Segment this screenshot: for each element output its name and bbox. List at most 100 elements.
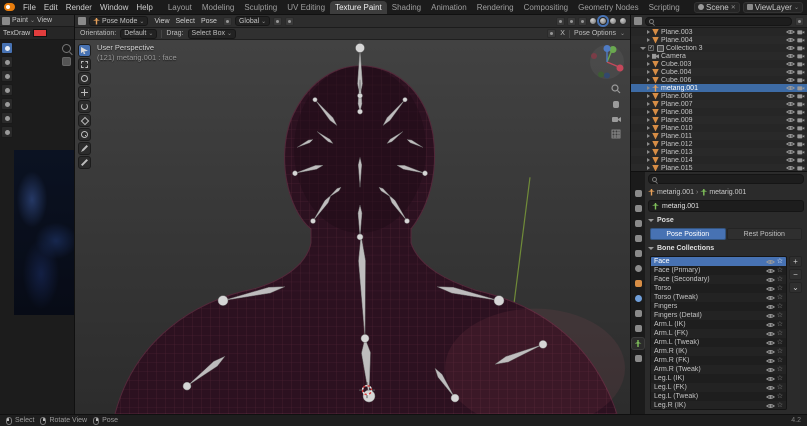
collection-visibility-icon[interactable] — [766, 367, 775, 373]
collection-visibility-icon[interactable] — [766, 340, 775, 346]
solo-star-icon[interactable]: ☆ — [777, 348, 783, 355]
editor-type-icon[interactable] — [78, 17, 86, 25]
select-box-tool[interactable] — [78, 58, 91, 71]
outliner-row[interactable]: ✓ Plane.008 — [631, 108, 807, 116]
topbar-menu[interactable]: File — [19, 3, 40, 12]
properties-tab[interactable] — [632, 308, 644, 319]
expand-icon[interactable] — [647, 62, 650, 66]
disable-in-render-icon[interactable] — [797, 85, 805, 91]
pan-hand-icon[interactable] — [62, 57, 71, 66]
workspace-tab[interactable]: Layout — [163, 1, 197, 14]
zoom-icon[interactable] — [611, 84, 621, 94]
bone-collection-row[interactable]: Torso (Tweak) ☆ — [651, 293, 786, 302]
collection-visibility-icon[interactable] — [766, 277, 775, 283]
outliner-row[interactable]: ✓ Plane.012 — [631, 140, 807, 148]
armature-name-field[interactable]: metarig.001 — [648, 200, 804, 212]
expand-icon[interactable] — [647, 94, 650, 98]
workspace-tab[interactable]: Sculpting — [239, 1, 282, 14]
properties-tab[interactable] — [632, 278, 644, 289]
rotate-tool[interactable] — [78, 100, 91, 113]
viewport-canvas[interactable]: User Perspective (121) metarig.001 : fac… — [75, 40, 630, 414]
disable-in-render-icon[interactable] — [797, 45, 805, 51]
hide-in-viewport-icon[interactable] — [786, 149, 795, 155]
paint-view-menu[interactable]: View — [37, 17, 52, 24]
disable-in-render-icon[interactable] — [797, 93, 805, 99]
expand-icon[interactable] — [647, 54, 650, 58]
properties-tab[interactable] — [632, 233, 644, 244]
hide-in-viewport-icon[interactable] — [786, 157, 795, 163]
outliner-row[interactable]: ✓ Plane.015 — [631, 164, 807, 171]
workspace-tab[interactable]: Geometry Nodes — [573, 1, 643, 14]
topbar-menu[interactable]: Window — [96, 3, 132, 12]
expand-icon[interactable] — [647, 150, 650, 154]
disable-in-render-icon[interactable] — [797, 109, 805, 115]
bone-collection-row[interactable]: Face ☆ — [651, 257, 786, 266]
hide-in-viewport-icon[interactable] — [786, 69, 795, 75]
show-overlays-icon[interactable] — [567, 17, 576, 26]
outliner-search-input[interactable] — [645, 17, 792, 26]
bone-collection-row[interactable]: Face (Primary) ☆ — [651, 266, 786, 275]
mirror-x-toggle[interactable]: X — [560, 30, 565, 37]
breadcrumb-object[interactable]: metarig.001 — [657, 189, 694, 196]
navigation-gizmo[interactable] — [589, 44, 625, 80]
move-tool[interactable] — [78, 86, 91, 99]
brush-name[interactable]: TexDraw — [3, 30, 30, 37]
hide-in-viewport-icon[interactable] — [786, 37, 795, 43]
expand-icon[interactable] — [647, 110, 650, 114]
collection-visibility-icon[interactable] — [766, 313, 775, 319]
annotate-tool[interactable] — [78, 142, 91, 155]
solo-star-icon[interactable]: ☆ — [777, 330, 783, 337]
pose-section-header[interactable]: Pose — [648, 215, 804, 225]
scene-selector[interactable]: Scene ✕ — [694, 2, 740, 13]
properties-tab[interactable] — [632, 263, 644, 274]
pose-position-button[interactable]: Pose Position — [650, 228, 726, 240]
bone-collections-header[interactable]: Bone Collections — [648, 243, 804, 253]
outliner-row[interactable]: ✓ Plane.011 — [631, 132, 807, 140]
zoom-icon[interactable] — [62, 44, 71, 53]
orientation-setting-dropdown[interactable]: Default ⌄ — [120, 29, 157, 39]
toggle-xray-icon[interactable] — [578, 17, 587, 26]
solo-star-icon[interactable]: ☆ — [777, 276, 783, 283]
collection-visibility-icon[interactable] — [766, 295, 775, 301]
outliner-row[interactable]: ✓ Plane.010 — [631, 124, 807, 132]
mask-brush-tool[interactable] — [1, 112, 13, 124]
solo-star-icon[interactable]: ☆ — [777, 402, 783, 409]
camera-view-icon[interactable] — [611, 114, 621, 124]
texture-preview-image[interactable] — [14, 150, 74, 315]
disable-in-render-icon[interactable] — [797, 125, 805, 131]
bone-collection-row[interactable]: Fingers (Detail) ☆ — [651, 311, 786, 320]
bone-collection-row[interactable]: Leg.L (FK) ☆ — [651, 383, 786, 392]
expand-icon[interactable] — [647, 126, 650, 130]
disable-in-render-icon[interactable] — [797, 61, 805, 67]
expand-icon[interactable] — [647, 142, 650, 146]
solo-star-icon[interactable]: ☆ — [777, 267, 783, 274]
hide-in-viewport-icon[interactable] — [786, 101, 795, 107]
hide-in-viewport-icon[interactable] — [786, 109, 795, 115]
properties-tab[interactable] — [632, 203, 644, 214]
shading-rendered-icon[interactable] — [619, 17, 627, 25]
bone-collection-row[interactable]: Arm.L (Tweak) ☆ — [651, 338, 786, 347]
properties-search-input[interactable] — [648, 174, 804, 184]
expand-icon[interactable] — [647, 102, 650, 106]
draw-brush-tool[interactable] — [1, 42, 13, 54]
pose-options-dropdown[interactable]: Pose Options — [574, 30, 616, 37]
collection-visibility-icon[interactable] — [766, 349, 775, 355]
solo-star-icon[interactable]: ☆ — [777, 393, 783, 400]
bone-collection-row[interactable]: Arm.L (IK) ☆ — [651, 320, 786, 329]
workspace-tab[interactable]: Modeling — [197, 1, 239, 14]
bone-collection-row[interactable]: Leg.L (IK) ☆ — [651, 374, 786, 383]
outliner-row[interactable]: ✓ Plane.003 — [631, 28, 807, 36]
bone-collection-row[interactable]: Arm.R (FK) ☆ — [651, 356, 786, 365]
properties-tab[interactable] — [632, 353, 644, 364]
viewport-menu[interactable]: Select — [173, 18, 198, 25]
solo-star-icon[interactable]: ☆ — [777, 294, 783, 301]
outliner-row[interactable]: ✓ Plane.013 — [631, 148, 807, 156]
properties-tab[interactable] — [632, 323, 644, 334]
expand-icon[interactable] — [647, 166, 650, 170]
solo-star-icon[interactable]: ☆ — [777, 384, 783, 391]
hide-in-viewport-icon[interactable] — [786, 125, 795, 131]
breadcrumb-data[interactable]: metarig.001 — [709, 189, 746, 196]
solo-star-icon[interactable]: ☆ — [777, 366, 783, 373]
collection-visibility-icon[interactable] — [766, 394, 775, 400]
disable-in-render-icon[interactable] — [797, 37, 805, 43]
